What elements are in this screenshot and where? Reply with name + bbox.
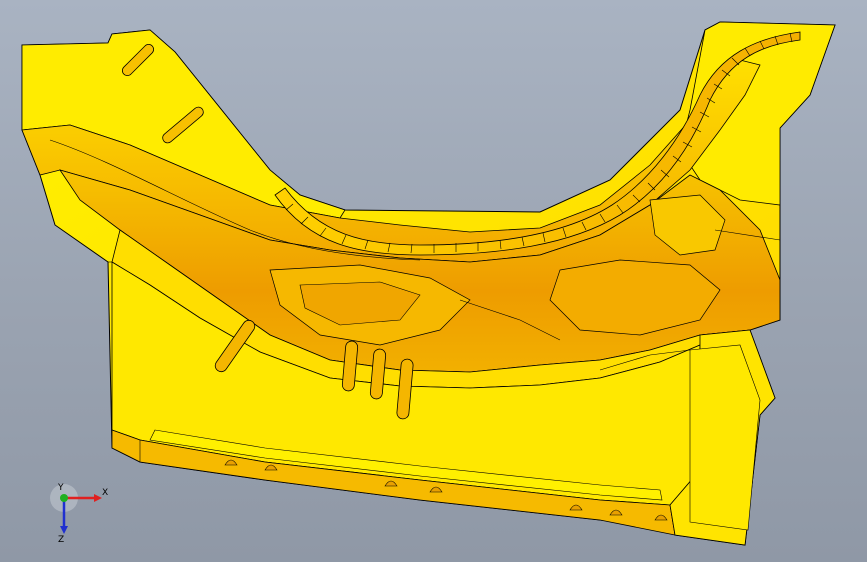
z-axis-head (60, 526, 68, 534)
z-axis-label: Z (58, 535, 64, 545)
y-axis-label: Y (57, 483, 64, 493)
x-axis-head (94, 494, 102, 502)
cad-part-model[interactable] (0, 0, 867, 562)
right-lower-block-side (689, 344, 761, 531)
graphics-viewport[interactable]: X Y Z (0, 0, 867, 562)
y-axis-dot (60, 494, 68, 502)
x-axis-label: X (102, 488, 108, 498)
coordinate-triad: X Y Z (50, 483, 108, 545)
